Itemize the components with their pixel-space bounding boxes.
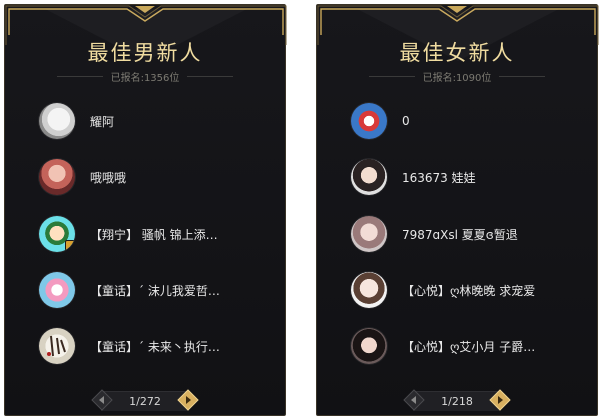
avatar[interactable]: [351, 216, 387, 252]
divider: [499, 76, 545, 77]
nominee-name[interactable]: 7987ɑXsl 夏夏ɞ暂退: [402, 226, 518, 243]
avatar[interactable]: [39, 159, 75, 195]
list-item[interactable]: 【童话】´ 未来丶执行…: [39, 326, 271, 366]
next-page-button[interactable]: [489, 389, 511, 411]
avatar[interactable]: [351, 328, 387, 364]
nominee-name[interactable]: 哦哦哦: [90, 169, 126, 186]
avatar[interactable]: [39, 216, 75, 252]
nominee-name[interactable]: 【童话】´ 未来丶执行…: [90, 338, 220, 355]
nominee-name[interactable]: 163673 娃娃: [402, 169, 476, 186]
pagination: 1/218: [317, 387, 597, 413]
nominee-name[interactable]: 耀阿: [90, 113, 114, 130]
best-new-male-panel: 最佳男新人 已报名:1356位 耀阿 哦哦哦 【翔宁】 骚帆 锦上添… 【童话】…: [4, 4, 287, 416]
panel-title: 最佳男新人: [87, 41, 203, 65]
nominee-name[interactable]: 【心悦】ღ艾小月 子爵…: [402, 338, 535, 355]
list-item[interactable]: 【童话】´ 沫儿我爱哲…: [39, 270, 271, 310]
page-indicator: 1/218: [441, 395, 473, 408]
chevron-right-icon: [489, 389, 511, 411]
list-item[interactable]: 【心悦】ღ林晚晚 求宠爱: [351, 270, 583, 310]
chevron-right-icon: [177, 389, 199, 411]
nominee-name[interactable]: 【翔宁】 骚帆 锦上添…: [90, 226, 218, 243]
next-page-button[interactable]: [177, 389, 199, 411]
list-item[interactable]: 7987ɑXsl 夏夏ɞ暂退: [351, 214, 583, 254]
pagination: 1/272: [5, 387, 285, 413]
list-item[interactable]: 0: [351, 101, 583, 141]
list-item[interactable]: 【心悦】ღ艾小月 子爵…: [351, 326, 583, 366]
list-item[interactable]: 【翔宁】 骚帆 锦上添…: [39, 214, 271, 254]
vip-badge: [65, 240, 75, 251]
page-indicator: 1/272: [129, 395, 161, 408]
signup-count: 已报名:1090位: [422, 73, 492, 84]
nominee-name[interactable]: 0: [402, 114, 410, 128]
avatar[interactable]: [351, 272, 387, 308]
list-item[interactable]: 163673 娃娃: [351, 157, 583, 197]
nominee-name[interactable]: 【童话】´ 沫儿我爱哲…: [90, 282, 220, 299]
divider: [187, 76, 233, 77]
avatar[interactable]: [39, 272, 75, 308]
list-item[interactable]: 哦哦哦: [39, 157, 271, 197]
list-item[interactable]: 耀阿: [39, 101, 271, 141]
best-new-female-panel: 最佳女新人 已报名:1090位 0 163673 娃娃 7987ɑXsl 夏夏ɞ…: [316, 4, 599, 416]
avatar[interactable]: [351, 103, 387, 139]
avatar[interactable]: [351, 159, 387, 195]
avatar[interactable]: [39, 328, 75, 364]
panel-title: 最佳女新人: [399, 41, 515, 65]
signup-count: 已报名:1356位: [110, 73, 180, 84]
nominee-name[interactable]: 【心悦】ღ林晚晚 求宠爱: [402, 282, 535, 299]
avatar[interactable]: [39, 103, 75, 139]
